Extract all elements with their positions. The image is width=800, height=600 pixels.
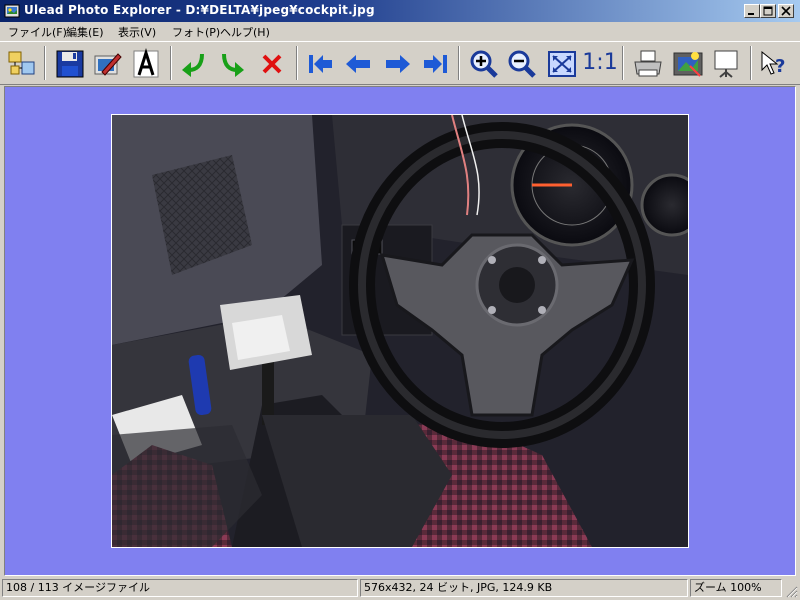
title-bar[interactable]: Ulead Photo Explorer - D:¥DELTA¥jpeg¥coc… <box>0 0 800 22</box>
browse-button[interactable] <box>4 46 40 82</box>
slideshow-icon <box>673 52 703 77</box>
close-button[interactable] <box>778 4 794 18</box>
maximize-icon <box>763 6 773 16</box>
minimize-button[interactable] <box>744 4 760 18</box>
close-icon <box>781 6 791 16</box>
menu-file[interactable]: ファイル(F) <box>8 24 67 40</box>
next-icon <box>386 55 410 73</box>
toolbar: 1:1 ? <box>0 41 800 85</box>
status-bar: 108 / 113 イメージファイル 576x432, 24 ビット, JPG,… <box>0 577 800 600</box>
toolbar-separator <box>296 46 298 80</box>
browse-icon <box>8 51 35 75</box>
menu-photo[interactable]: フォト(P) <box>172 24 220 40</box>
edit-icon <box>94 53 122 76</box>
menu-edit[interactable]: 編集(E) <box>66 24 104 40</box>
edit-button[interactable] <box>90 46 126 82</box>
next-button[interactable] <box>380 46 416 82</box>
last-icon <box>424 55 447 73</box>
save-icon <box>56 50 84 78</box>
previous-button[interactable] <box>340 46 376 82</box>
rotate-left-button[interactable] <box>176 46 212 82</box>
context-help-button[interactable]: ? <box>756 46 792 82</box>
toolbar-separator <box>750 46 752 80</box>
first-button[interactable] <box>302 46 338 82</box>
maximize-button[interactable] <box>760 4 776 18</box>
zoom-out-button[interactable] <box>504 46 540 82</box>
actual-size-button[interactable]: 1:1 <box>582 46 618 82</box>
toolbar-separator <box>44 46 46 80</box>
first-icon <box>309 55 332 73</box>
text-icon <box>133 48 159 78</box>
resize-grip-icon[interactable] <box>786 586 798 598</box>
previous-icon <box>346 55 370 73</box>
status-image-position: 108 / 113 イメージファイル <box>2 579 358 597</box>
presentation-icon <box>714 50 738 78</box>
menu-bar: ファイル(F) 編集(E) 表示(V) フォト(P) ヘルプ(H) <box>0 22 800 41</box>
menu-view[interactable]: 表示(V) <box>118 24 156 40</box>
rotate-left-icon <box>182 53 204 77</box>
slideshow-button[interactable] <box>670 46 706 82</box>
rotate-right-button[interactable] <box>214 46 250 82</box>
last-button[interactable] <box>418 46 454 82</box>
status-image-info: 576x432, 24 ビット, JPG, 124.9 KB <box>360 579 688 597</box>
zoom-in-button[interactable] <box>466 46 502 82</box>
toolbar-separator <box>622 46 624 80</box>
context-help-icon: ? <box>761 50 785 77</box>
minimize-icon <box>748 13 754 15</box>
window-title: Ulead Photo Explorer - D:¥DELTA¥jpeg¥coc… <box>24 3 375 17</box>
save-button[interactable] <box>52 46 88 82</box>
image-viewer[interactable] <box>4 86 796 576</box>
toolbar-separator <box>170 46 172 80</box>
zoom-out-icon <box>508 50 536 78</box>
rotate-right-icon <box>222 53 244 77</box>
cockpit-photo <box>112 115 688 547</box>
photo-display[interactable] <box>111 114 689 548</box>
app-icon <box>4 4 20 18</box>
print-icon <box>634 50 662 77</box>
delete-button[interactable] <box>254 46 290 82</box>
toolbar-separator <box>458 46 460 80</box>
presentation-button[interactable] <box>708 46 744 82</box>
menu-help[interactable]: ヘルプ(H) <box>220 24 270 40</box>
actual-size-label: 1:1 <box>582 50 618 75</box>
print-button[interactable] <box>630 46 666 82</box>
fit-window-button[interactable] <box>544 46 580 82</box>
svg-text:?: ? <box>775 56 785 77</box>
text-button[interactable] <box>128 46 164 82</box>
fit-window-icon <box>548 51 576 77</box>
delete-icon <box>262 54 282 74</box>
status-zoom: ズーム 100% <box>690 579 782 597</box>
zoom-in-icon <box>470 50 498 78</box>
